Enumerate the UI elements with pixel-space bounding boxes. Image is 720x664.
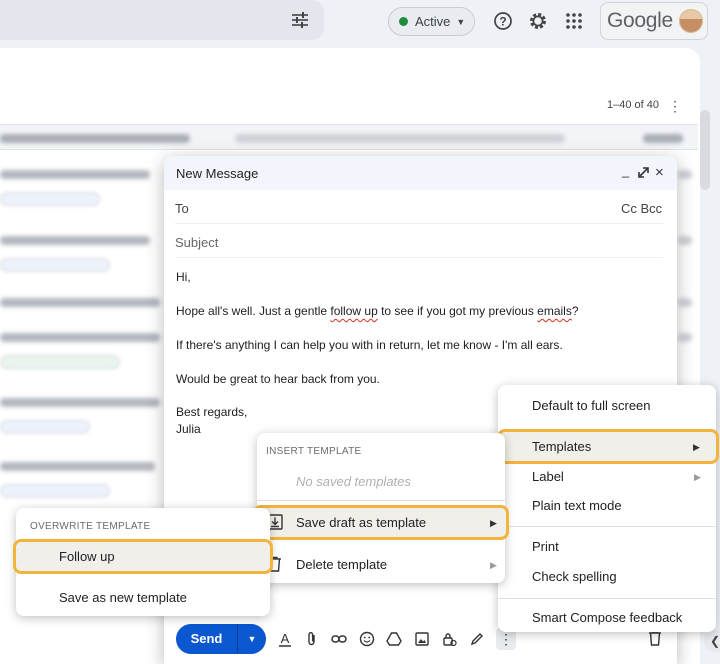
attach-file-icon[interactable]	[304, 631, 320, 647]
blurred-text	[643, 134, 683, 143]
insert-link-icon[interactable]	[331, 631, 347, 647]
blurred-text	[0, 298, 160, 307]
blurred-text	[0, 333, 160, 342]
blurred-text	[678, 298, 692, 307]
insert-photo-icon[interactable]	[414, 631, 430, 647]
submenu-arrow-icon: ▶	[490, 560, 497, 570]
spellcheck-word[interactable]: emails	[537, 304, 572, 318]
overwrite-template-heading: OVERWRITE TEMPLATE	[30, 521, 151, 532]
menu-item-follow-up[interactable]	[13, 539, 273, 574]
menu-item-delete-template[interactable]: Delete template	[296, 557, 387, 572]
menu-item-check-spelling[interactable]: Check spelling	[532, 569, 617, 584]
menu-item-templates-label: Templates	[532, 439, 592, 454]
body-signoff: Best regards,	[176, 405, 248, 419]
subject-field[interactable]: Subject	[175, 224, 663, 258]
svg-text:?: ?	[499, 15, 506, 29]
status-label: Active	[415, 14, 451, 29]
blurred-chip	[0, 192, 100, 206]
discard-draft-icon[interactable]	[648, 630, 662, 646]
spellcheck-word[interactable]: follow up	[330, 304, 377, 318]
blurred-text	[678, 333, 692, 342]
scrollbar[interactable]	[700, 110, 710, 190]
google-logo: Google	[607, 9, 673, 32]
insert-signature-icon[interactable]	[469, 631, 485, 647]
menu-item-save-as-new-template[interactable]: Save as new template	[59, 590, 187, 605]
blurred-text	[0, 236, 150, 245]
insert-template-heading: INSERT TEMPLATE	[266, 446, 362, 457]
caret-down-icon: ▼	[456, 16, 466, 27]
body-line-1: Hope all's well. Just a gentle follow up…	[176, 304, 579, 318]
follow-up-label: Follow up	[59, 549, 115, 564]
submenu-arrow-icon: ▶	[490, 518, 497, 528]
to-field[interactable]: To	[175, 190, 663, 224]
blurred-chip	[0, 355, 120, 369]
body-greeting: Hi,	[176, 270, 191, 284]
apps-grid-icon[interactable]	[564, 11, 584, 31]
menu-item-label[interactable]: Label	[532, 469, 564, 484]
blurred-text	[0, 462, 155, 471]
body-line-3: Would be great to hear back from you.	[176, 372, 380, 386]
compose-header: New Message _ ×	[164, 156, 677, 190]
chevron-left-icon[interactable]: ❮	[704, 630, 720, 652]
compose-title: New Message	[176, 166, 259, 181]
google-drive-icon[interactable]	[386, 631, 402, 647]
search-options-icon[interactable]	[291, 12, 309, 28]
active-status-dot	[399, 17, 408, 26]
blurred-chip	[0, 258, 110, 272]
menu-divider	[257, 500, 505, 501]
blurred-text	[678, 170, 692, 179]
more-options-icon[interactable]: ⋮	[668, 98, 682, 115]
menu-item-smart-compose-feedback[interactable]: Smart Compose feedback	[532, 610, 682, 625]
minimize-icon[interactable]: _	[622, 163, 629, 178]
formatting-options-icon[interactable]: A	[277, 631, 293, 647]
avatar[interactable]	[678, 9, 703, 33]
menu-item-plain-text-mode[interactable]: Plain text mode	[532, 498, 622, 513]
menu-divider	[498, 526, 716, 527]
page-count: 1–40 of 40	[607, 99, 659, 111]
menu-item-templates[interactable]	[497, 429, 719, 464]
body-line-2: If there's anything I can help you with …	[176, 338, 563, 352]
emoji-icon[interactable]	[359, 631, 375, 647]
blurred-text	[0, 170, 150, 179]
confidential-mode-icon[interactable]	[441, 631, 457, 647]
expand-icon[interactable]	[638, 167, 649, 178]
menu-item-default-full-screen[interactable]: Default to full screen	[532, 398, 651, 413]
body-name: Julia	[176, 422, 201, 436]
cc-bcc-link[interactable]: Cc Bcc	[621, 201, 662, 216]
save-draft-as-template-label: Save draft as template	[296, 515, 427, 530]
submenu-arrow-icon: ▶	[694, 472, 701, 482]
blurred-chip	[0, 420, 90, 434]
blurred-text	[0, 134, 190, 143]
to-label: To	[175, 201, 189, 216]
blurred-text	[235, 134, 565, 143]
submenu-arrow-icon: ▶	[693, 442, 700, 452]
blurred-text	[678, 236, 692, 245]
subject-placeholder: Subject	[175, 235, 219, 250]
menu-item-print[interactable]: Print	[532, 539, 559, 554]
status-dropdown[interactable]: Active ▼	[388, 7, 475, 36]
close-icon[interactable]: ×	[655, 164, 664, 181]
search-bar[interactable]	[0, 0, 324, 40]
send-label: Send	[190, 631, 223, 646]
settings-gear-icon[interactable]	[528, 11, 548, 31]
svg-text:A: A	[281, 631, 290, 646]
blurred-text	[0, 398, 160, 407]
help-icon[interactable]: ?	[493, 11, 513, 31]
send-button[interactable]: Send ▼	[176, 624, 266, 654]
blurred-chip	[0, 484, 110, 498]
no-saved-templates-text: No saved templates	[296, 474, 411, 489]
account-switcher[interactable]: Google	[600, 2, 708, 40]
menu-divider	[498, 598, 716, 599]
